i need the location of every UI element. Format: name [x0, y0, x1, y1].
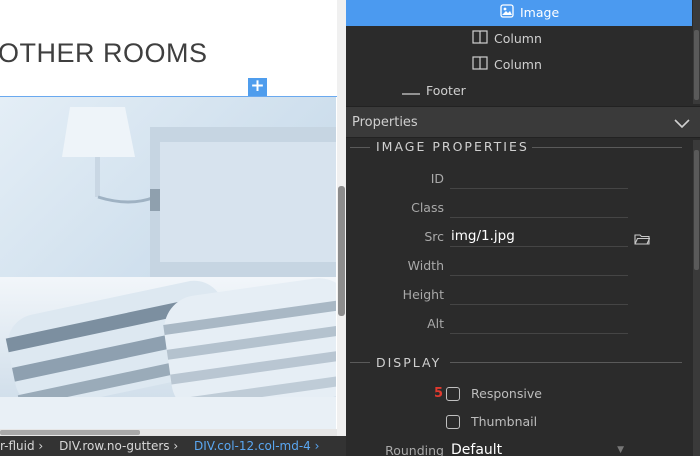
- footer-icon: [402, 79, 420, 105]
- rounding-select[interactable]: Default ▼: [450, 439, 628, 456]
- section-title-display: DISPLAY: [376, 355, 442, 370]
- page-heading: OTHER ROOMS: [0, 38, 208, 68]
- section-title-image-properties: IMAGE PROPERTIES: [376, 139, 529, 154]
- responsive-checkbox[interactable]: [446, 387, 460, 401]
- design-canvas[interactable]: OTHER ROOMS +: [0, 0, 346, 456]
- class-field[interactable]: [450, 196, 628, 218]
- checkbox-label: Responsive: [471, 386, 542, 401]
- tree-item-label: Column: [494, 57, 542, 72]
- column-icon: [472, 53, 488, 79]
- image-icon: [500, 1, 514, 27]
- tree-item-label: Footer: [426, 83, 466, 98]
- field-label-class: Class: [411, 200, 444, 215]
- canvas-hscroll-thumb[interactable]: [0, 430, 140, 435]
- height-field[interactable]: [450, 283, 628, 305]
- room-photo[interactable]: [0, 97, 336, 429]
- field-label-src: Src: [424, 229, 444, 244]
- canvas-scroll-thumb[interactable]: [338, 186, 345, 316]
- field-label-height: Height: [402, 287, 444, 302]
- thumbnail-checkbox[interactable]: [446, 415, 460, 429]
- breadcrumb: r-fluid › DIV.row.no-gutters › DIV.col-1…: [0, 436, 346, 456]
- dropdown-arrow-icon: ▼: [617, 445, 624, 455]
- field-label-alt: Alt: [427, 316, 444, 331]
- add-element-button[interactable]: +: [248, 78, 267, 96]
- tree-item-column[interactable]: Column: [472, 52, 542, 78]
- chevron-down-icon[interactable]: [674, 115, 690, 134]
- tree-item-image[interactable]: Image: [346, 0, 692, 26]
- src-field[interactable]: img/1.jpg: [450, 225, 628, 247]
- alt-field[interactable]: [450, 312, 628, 334]
- checkbox-label: Thumbnail: [471, 414, 538, 429]
- properties-scroll-thumb[interactable]: [694, 150, 699, 270]
- section-divider: [532, 147, 682, 148]
- field-label-rounding: Rounding: [385, 443, 444, 456]
- properties-title: Properties: [352, 115, 418, 130]
- side-panel: Image Column Column Footer Properties IM…: [346, 0, 700, 456]
- field-label-id: ID: [430, 171, 444, 186]
- tree-item-label: Column: [494, 31, 542, 46]
- tree-scroll-thumb[interactable]: [694, 30, 699, 100]
- breadcrumb-item[interactable]: DIV.row.no-gutters ›: [59, 439, 178, 453]
- breadcrumb-item-current[interactable]: DIV.col-12.col-md-4 ›: [194, 439, 319, 453]
- tree-item-column[interactable]: Column: [472, 26, 542, 52]
- tree-item-label: Image: [520, 5, 560, 20]
- section-divider: [450, 362, 682, 363]
- field-label-width: Width: [407, 258, 444, 273]
- tree-item-footer[interactable]: Footer: [402, 78, 466, 104]
- breadcrumb-item[interactable]: r-fluid ›: [0, 439, 43, 453]
- rounding-value: Default: [451, 442, 503, 456]
- id-field[interactable]: [450, 167, 628, 189]
- width-field[interactable]: [450, 254, 628, 276]
- column-icon: [472, 27, 488, 53]
- element-tree: Image Column Column Footer: [346, 0, 692, 104]
- properties-header[interactable]: Properties: [346, 106, 700, 138]
- folder-icon[interactable]: [634, 230, 651, 249]
- step-marker: 5: [434, 386, 444, 401]
- section-divider: [350, 147, 370, 148]
- section-divider: [350, 362, 370, 363]
